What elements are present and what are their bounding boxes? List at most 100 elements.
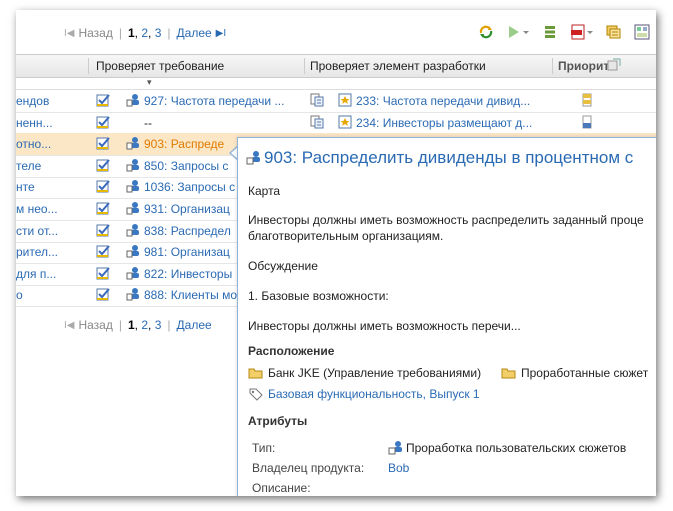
requirement-link[interactable]: 931: Организац [144, 202, 230, 216]
requirement-icon [126, 287, 140, 301]
requirement-link[interactable]: 888: Клиенты мо [144, 288, 237, 302]
attr-type-value: Проработка пользовательских сюжетов [406, 441, 627, 455]
requirement-link[interactable]: 822: Инвесторы [144, 267, 232, 281]
row-title-link[interactable]: для п... [16, 267, 56, 281]
prev-page-link: Назад [78, 318, 113, 332]
user-story-type-icon [388, 439, 404, 455]
page-2-link[interactable]: 2 [141, 318, 148, 332]
first-page-icon: I◀ [64, 27, 75, 39]
location-folder[interactable]: Проработанные сюжет [521, 366, 648, 380]
next-page-link[interactable]: Далее [177, 318, 212, 332]
row-title-link[interactable]: теле [16, 159, 41, 173]
row-title-link[interactable]: ендов [16, 94, 49, 108]
requirement-link[interactable]: 1036: Запросы с [144, 180, 235, 194]
validation-check-icon [96, 287, 110, 301]
last-page-icon[interactable]: ▶I [216, 28, 226, 39]
run-icon[interactable] [506, 24, 530, 40]
settings-icon[interactable] [634, 24, 650, 40]
pager-top: I◀ Назад | 1 , 2 , 3 | Далее ▶I [64, 26, 227, 40]
pdf-export-icon[interactable] [570, 24, 594, 40]
validation-check-icon [96, 223, 110, 237]
table-header: Проверяет требование Проверяет элемент р… [16, 54, 656, 78]
work-item-icon [338, 115, 352, 129]
popup-title[interactable]: 903: Распределить дивиденды в процентном… [246, 148, 633, 168]
requirement-link[interactable]: 838: Распредел [144, 224, 231, 238]
user-story-icon [246, 149, 262, 165]
attr-owner-value[interactable]: Bob [388, 461, 409, 475]
requirement-link[interactable]: 850: Запросы с [144, 159, 228, 173]
validation-check-icon [96, 201, 110, 215]
validation-check-icon [96, 115, 110, 129]
requirement-icon [126, 179, 140, 193]
requirement-link[interactable]: 981: Организац [144, 245, 230, 259]
first-page-icon: I◀ [64, 319, 75, 331]
page-3-link[interactable]: 3 [155, 318, 162, 332]
validation-check-icon [96, 158, 110, 172]
toolbar [478, 24, 650, 40]
column-validates-requirement[interactable]: Проверяет требование [96, 59, 224, 73]
location-tags[interactable]: Базовая функциональность, Выпуск 1 [268, 387, 480, 401]
requirement-link[interactable]: 927: Частота передачи ... [144, 94, 284, 108]
column-priority[interactable]: Приорит [558, 59, 609, 73]
requirement-icon [126, 158, 140, 172]
prev-page-link: Назад [78, 26, 113, 40]
requirements-view: I◀ Назад | 1 , 2 , 3 | Далее ▶I Проверяе… [16, 10, 656, 496]
row-title-link[interactable]: нте [16, 180, 35, 194]
work-item-link[interactable]: 233: Частота передачи дивид... [356, 94, 530, 108]
priority-low-icon [582, 115, 592, 129]
description-line-1: Инвесторы должны иметь возможность распр… [248, 213, 644, 227]
validation-check-icon [96, 244, 110, 258]
attr-description-label: Описание: [252, 481, 311, 495]
table-row[interactable]: ендов 927: Частота передачи ... 233: Часто… [16, 90, 656, 113]
work-item-link[interactable]: 234: Инвесторы размещают д... [356, 116, 532, 130]
refresh-icon[interactable] [478, 24, 494, 40]
table-row[interactable]: ненн... -- 234: Инвесторы размещают д... [16, 112, 656, 135]
column-config-icon[interactable] [607, 58, 621, 72]
priority-high-icon [582, 93, 592, 107]
page-3-link[interactable]: 3 [155, 26, 162, 40]
section-map: Карта [248, 184, 281, 198]
attr-type-label: Тип: [252, 441, 276, 455]
project-folder-icon [248, 366, 264, 380]
requirement-icon [126, 93, 140, 107]
requirement-icon [126, 244, 140, 258]
row-title-link[interactable]: о [16, 288, 23, 302]
pager-separator: | [118, 26, 122, 40]
tag-icon [248, 387, 264, 401]
page-2-link[interactable]: 2 [141, 26, 148, 40]
discussion-text: Инвесторы должны иметь возможность переч… [248, 319, 521, 333]
validation-check-icon [96, 179, 110, 193]
requirement-icon [126, 136, 140, 150]
next-page-link[interactable]: Далее [177, 26, 212, 40]
folder-icon [501, 366, 517, 380]
requirement-icon [126, 223, 140, 237]
row-title-link[interactable]: ненн... [16, 116, 53, 130]
columns-icon[interactable] [542, 24, 558, 40]
description-line-2: благотворительным организациям. [248, 229, 444, 243]
row-title-link[interactable]: рител... [16, 245, 58, 259]
sort-down-icon[interactable]: ▾ [147, 77, 152, 88]
row-title-link[interactable]: отно... [16, 137, 51, 151]
column-validates-work-item[interactable]: Проверяет элемент разработки [310, 59, 486, 73]
page-1: 1 [127, 26, 135, 40]
row-title-link[interactable]: м нео... [16, 202, 58, 216]
test-case-icon [310, 93, 324, 107]
location-project[interactable]: Банк JKE (Управление требованиями) [268, 366, 481, 380]
page-1: 1 [127, 318, 135, 332]
validation-check-icon [96, 266, 110, 280]
validation-check-icon [96, 136, 110, 150]
filter-icon[interactable] [606, 24, 622, 40]
pager-separator: | [167, 26, 171, 40]
requirement-link[interactable]: 903: Распреде [144, 137, 224, 151]
discussion-item: 1. Базовые возможности: [248, 289, 389, 303]
test-case-icon [310, 115, 324, 129]
requirement-icon [126, 201, 140, 215]
requirement-hover-card: 903: Распределить дивиденды в процентном… [237, 137, 656, 496]
section-discussion: Обсуждение [248, 259, 318, 273]
validation-check-icon [96, 93, 110, 107]
row-title-link[interactable]: сти от... [16, 224, 58, 238]
sort-indicator-row: ▾ [16, 77, 656, 90]
pager-separator: | [167, 318, 171, 332]
requirement-link: -- [144, 115, 152, 130]
location-heading: Расположение [248, 344, 335, 358]
